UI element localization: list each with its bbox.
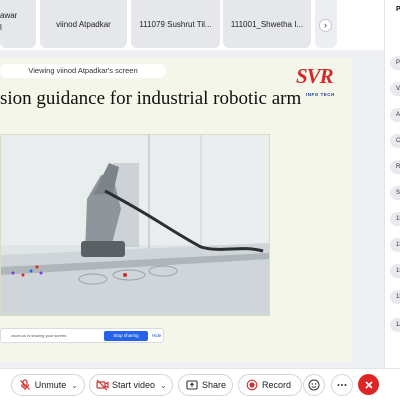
slide-title: sion guidance for industrial robotic arm xyxy=(0,88,302,109)
screen-sharing-bar: zoom.us is sharing your screen. Stop sha… xyxy=(0,328,164,343)
participant-name: 111079 Sushrut Til... xyxy=(139,19,212,29)
participant-name: viinod Atpadkar xyxy=(56,19,111,29)
share-screen-icon xyxy=(185,378,199,392)
panel-participant-avatar[interactable]: 1E xyxy=(390,212,400,226)
leave-call-button[interactable] xyxy=(358,374,379,395)
panel-participant-avatar[interactable]: 1A xyxy=(390,318,400,332)
emoji-icon xyxy=(308,379,320,391)
panel-participant-avatar[interactable]: 1K xyxy=(390,290,400,304)
mic-off-icon xyxy=(18,378,32,392)
company-logo: SVR INFO TECH xyxy=(296,64,350,104)
participant-name-line2: l xyxy=(0,23,2,32)
record-button[interactable]: Record xyxy=(238,374,302,396)
robot-arm-photo xyxy=(0,134,270,316)
unmute-button[interactable]: Unmute ⌄ xyxy=(11,374,85,396)
logo-subtitle: INFO TECH xyxy=(306,92,335,97)
start-video-label: Start video xyxy=(112,380,156,390)
meeting-toolbar: Unmute ⌄ Start video ⌄ Share Record xyxy=(0,368,400,400)
record-icon xyxy=(245,378,259,392)
participant-tile[interactable]: 111079 Sushrut Til... xyxy=(131,0,220,48)
unmute-label: Unmute xyxy=(34,380,67,390)
panel-participant-avatar[interactable]: 1K xyxy=(390,264,400,278)
shared-screen: Viewing viinod Atpadkar's screen sion gu… xyxy=(0,58,352,362)
robot-arm-illustration xyxy=(1,135,269,315)
participants-panel: P PJ VA AR CM RP SK 1E 1K 1K 1K 1A xyxy=(384,0,400,368)
more-button[interactable] xyxy=(331,374,353,396)
panel-participant-avatar[interactable]: VA xyxy=(390,82,400,96)
participant-name: 111001_Shwetha I... xyxy=(230,19,304,29)
emoji-button[interactable] xyxy=(303,374,325,396)
participant-tile[interactable]: viinod Atpadkar xyxy=(40,0,127,48)
next-participants-glyph: › xyxy=(324,20,327,30)
record-label: Record xyxy=(262,380,292,390)
chevron-down-icon[interactable]: ⌄ xyxy=(71,381,78,390)
leave-call-icon xyxy=(364,380,373,389)
panel-participant-avatar[interactable]: 1K xyxy=(390,238,400,252)
panel-participant-avatar[interactable]: CM xyxy=(390,134,400,148)
participant-name: awar xyxy=(0,11,18,20)
stop-sharing-button[interactable]: Stop sharing xyxy=(104,331,148,341)
more-icon xyxy=(337,384,347,386)
chevron-right-icon[interactable]: › xyxy=(319,19,332,32)
video-off-icon xyxy=(96,378,109,392)
share-label: Share xyxy=(202,380,227,390)
participant-tile[interactable]: awar l xyxy=(0,0,36,48)
logo-mark: SVR xyxy=(296,64,334,88)
sharing-status-text: zoom.us is sharing your screen. xyxy=(11,333,68,338)
start-video-button[interactable]: Start video ⌄ xyxy=(89,374,173,396)
viewing-banner: Viewing viinod Atpadkar's screen xyxy=(0,64,166,78)
panel-participant-avatar[interactable]: PJ xyxy=(390,56,400,70)
participant-tile[interactable]: 111001_Shwetha I... xyxy=(223,0,311,48)
chevron-down-icon[interactable]: ⌄ xyxy=(160,381,167,390)
share-button[interactable]: Share xyxy=(178,374,233,396)
panel-participant-avatar[interactable]: SK xyxy=(390,186,400,200)
participant-strip: awar l viinod Atpadkar 111079 Sushrut Ti… xyxy=(0,0,384,50)
main-view: Viewing viinod Atpadkar's screen sion gu… xyxy=(0,50,384,368)
panel-participant-avatar[interactable]: RP xyxy=(390,160,400,174)
panel-participant-avatar[interactable]: AR xyxy=(390,108,400,122)
hide-link[interactable]: Hide xyxy=(152,333,161,338)
panel-title: P xyxy=(396,6,400,13)
